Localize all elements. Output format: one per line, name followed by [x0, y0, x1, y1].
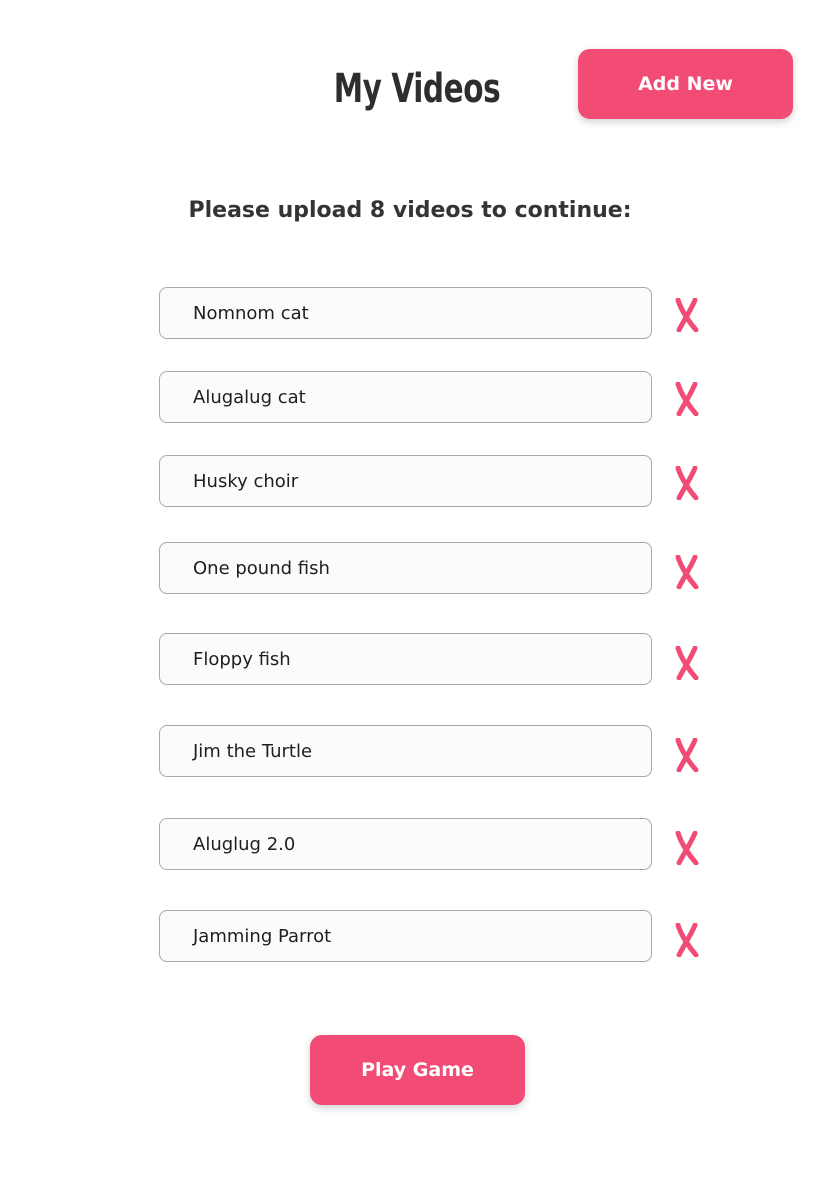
video-title-field[interactable]: Jim the Turtle [159, 725, 652, 777]
video-title-field[interactable]: Jamming Parrot [159, 910, 652, 962]
video-title-field[interactable]: Aluglug 2.0 [159, 818, 652, 870]
video-title-field[interactable]: Alugalug cat [159, 371, 652, 423]
video-title-field[interactable]: Floppy fish [159, 633, 652, 685]
cross-mark-icon [675, 555, 699, 589]
video-row: Alugalug cat [159, 371, 719, 423]
video-row: Aluglug 2.0 [159, 818, 719, 870]
cross-mark-icon [675, 298, 699, 332]
play-game-button[interactable]: Play Game [310, 1035, 525, 1105]
video-title-field[interactable]: One pound fish [159, 542, 652, 594]
video-row: One pound fish [159, 542, 719, 594]
cross-mark-icon [675, 646, 699, 680]
cross-mark-icon [675, 831, 699, 865]
cross-mark-icon [675, 466, 699, 500]
cross-mark-icon [675, 382, 699, 416]
delete-video-button[interactable] [671, 918, 703, 962]
delete-video-button[interactable] [671, 461, 703, 505]
upload-instruction: Please upload 8 videos to continue: [188, 198, 632, 223]
video-title-field[interactable]: Nomnom cat [159, 287, 652, 339]
video-row: Floppy fish [159, 633, 719, 685]
delete-video-button[interactable] [671, 550, 703, 594]
video-row: Husky choir [159, 455, 719, 507]
video-row: Jim the Turtle [159, 725, 719, 777]
delete-video-button[interactable] [671, 293, 703, 337]
cross-mark-icon [675, 738, 699, 772]
delete-video-button[interactable] [671, 641, 703, 685]
video-row: Nomnom cat [159, 287, 719, 339]
cross-mark-icon [675, 923, 699, 957]
add-new-button[interactable]: Add New [578, 49, 793, 119]
delete-video-button[interactable] [671, 826, 703, 870]
video-row: Jamming Parrot [159, 910, 719, 962]
delete-video-button[interactable] [671, 377, 703, 421]
video-title-field[interactable]: Husky choir [159, 455, 652, 507]
delete-video-button[interactable] [671, 733, 703, 777]
